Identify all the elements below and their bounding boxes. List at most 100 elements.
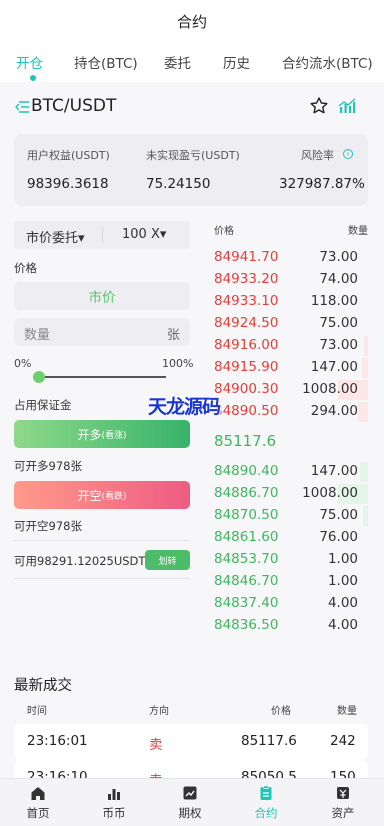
nav-spot-label: 币币 — [102, 806, 126, 820]
bid-row[interactable]: 84861.60 76.00 — [214, 527, 368, 549]
open-long-label: 开多 — [77, 427, 102, 442]
bid-row[interactable]: 84853.70 1.00 — [214, 549, 368, 571]
tab-contract-flow[interactable]: 合约流水(BTC) — [282, 52, 373, 72]
divider — [14, 578, 190, 579]
bid-qty: 1008.00 — [302, 485, 358, 501]
nav-assets[interactable]: 资产 — [313, 779, 373, 826]
bid-row[interactable]: 84836.50 4.00 — [214, 615, 368, 637]
bid-qty: 147.00 — [310, 463, 358, 479]
price-label: 价格 — [14, 261, 37, 275]
nav-options-label: 期权 — [178, 806, 202, 820]
bid-price: 84886.70 — [214, 485, 279, 501]
order-type-dropdown[interactable]: 市价委托▾ — [26, 227, 85, 246]
open-short-sub: (看跌) — [101, 491, 127, 502]
depth-bar — [358, 402, 368, 422]
slider-max-label: 100% — [162, 357, 194, 370]
bid-price: 84861.60 — [214, 529, 279, 545]
bid-qty: 76.00 — [319, 529, 358, 545]
price-input[interactable]: 市价 — [14, 282, 190, 310]
caret-down-icon: ▾ — [78, 231, 85, 246]
ask-qty: 75.00 — [319, 315, 358, 331]
divider — [14, 540, 190, 541]
bid-price: 84836.50 — [214, 617, 279, 633]
ask-row[interactable]: 84941.70 73.00 — [214, 247, 368, 269]
ask-price: 84941.70 — [214, 249, 279, 265]
bid-qty: 4.00 — [327, 595, 358, 611]
risk-rate-value: 327987.87% — [279, 176, 365, 192]
trades-qty-header: 数量 — [337, 706, 357, 717]
bid-price: 84853.70 — [214, 551, 279, 567]
ask-qty: 118.00 — [310, 293, 358, 309]
options-icon — [183, 786, 197, 800]
ask-price: 84933.10 — [214, 293, 279, 309]
trades-price-header: 价格 — [271, 706, 291, 717]
bid-row[interactable]: 84890.40 147.00 — [214, 461, 368, 483]
bid-price: 84846.70 — [214, 573, 279, 589]
divider — [102, 227, 103, 243]
quantity-placeholder: 数量 — [24, 328, 51, 343]
ask-row[interactable]: 84924.50 75.00 — [214, 313, 368, 335]
bid-row[interactable]: 84870.50 75.00 — [214, 505, 368, 527]
nav-options[interactable]: 期权 — [160, 779, 220, 826]
nav-contract-label: 合约 — [254, 806, 278, 820]
pair-symbol[interactable]: BTC/USDT — [31, 96, 116, 116]
bid-price: 84890.40 — [214, 463, 279, 479]
favorite-star-icon[interactable] — [309, 96, 329, 116]
open-short-label: 开空 — [77, 488, 102, 503]
bid-price: 84837.40 — [214, 595, 279, 611]
percent-slider-handle[interactable] — [33, 371, 45, 383]
leverage-dropdown[interactable]: 100 X▾ — [122, 227, 166, 242]
ask-row[interactable]: 84900.30 1008.00 — [214, 379, 368, 401]
tab-open-position[interactable]: 开仓 — [16, 52, 43, 72]
quantity-unit: 张 — [166, 328, 180, 343]
nav-home[interactable]: 首页 — [8, 779, 68, 826]
nav-contract[interactable]: 合约 — [236, 779, 296, 826]
bid-row[interactable]: 84846.70 1.00 — [214, 571, 368, 593]
unrealized-pnl-label: 未实现盈亏(USDT) — [146, 149, 240, 162]
ask-row[interactable]: 84933.20 74.00 — [214, 269, 368, 291]
nav-home-label: 首页 — [26, 806, 50, 820]
tab-orders[interactable]: 委托 — [164, 52, 191, 72]
bid-row[interactable]: 84886.70 1008.00 — [214, 483, 368, 505]
available-balance: 可用98291.12025USDT — [14, 554, 146, 568]
bid-row[interactable]: 84837.40 4.00 — [214, 593, 368, 615]
open-short-button[interactable]: 开空 (看跌) — [14, 481, 190, 509]
tab-positions[interactable]: 持仓(BTC) — [74, 52, 138, 72]
order-type-selector: 市价委托▾ 100 X▾ — [14, 221, 190, 249]
ask-qty: 1008.00 — [302, 381, 358, 397]
page-title: 合约 — [176, 12, 207, 31]
available-balance-row: 可用98291.12025USDT 划转 — [14, 549, 190, 571]
trade-price: 85117.6 — [241, 733, 297, 749]
nav-spot[interactable]: 币币 — [84, 779, 144, 826]
active-tab-indicator — [30, 75, 36, 81]
menu-toggle-icon[interactable] — [14, 99, 30, 115]
info-icon[interactable]: i — [343, 149, 353, 159]
bid-qty: 1.00 — [327, 551, 358, 567]
ask-qty: 294.00 — [310, 403, 358, 419]
percent-slider-track[interactable] — [38, 376, 166, 378]
orderbook-qty-header: 数量 — [348, 226, 368, 237]
transfer-button[interactable]: 划转 — [145, 550, 190, 570]
bar-chart-icon — [108, 789, 120, 800]
ask-qty: 147.00 — [310, 359, 358, 375]
home-icon — [31, 787, 45, 800]
kline-chart-icon[interactable] — [337, 96, 357, 116]
page-header: 合约 — [0, 0, 384, 42]
order-type-value: 市价委托 — [26, 231, 79, 246]
ask-row[interactable]: 84915.90 147.00 — [214, 357, 368, 379]
ask-price: 84900.30 — [214, 381, 279, 397]
market-price-text: 市价 — [88, 290, 116, 306]
ask-row[interactable]: 84933.10 118.00 — [214, 291, 368, 313]
caret-down-icon: ▾ — [159, 227, 167, 242]
ask-price: 84915.90 — [214, 359, 279, 375]
risk-rate-label: 风险率 — [301, 149, 334, 162]
tab-bar: 开仓 持仓(BTC) 委托 历史 合约流水(BTC) — [0, 44, 384, 80]
ask-price: 84933.20 — [214, 271, 279, 287]
open-long-button[interactable]: 开多 (看涨) — [14, 420, 190, 448]
equity-label: 用户权益(USDT) — [27, 149, 110, 162]
ask-row[interactable]: 84916.00 73.00 — [214, 335, 368, 357]
quantity-input[interactable]: 数量 张 — [14, 318, 190, 346]
ask-row[interactable]: 84890.50 294.00 — [214, 401, 368, 423]
tab-history[interactable]: 历史 — [223, 52, 250, 72]
orderbook-price-header: 价格 — [214, 226, 234, 237]
